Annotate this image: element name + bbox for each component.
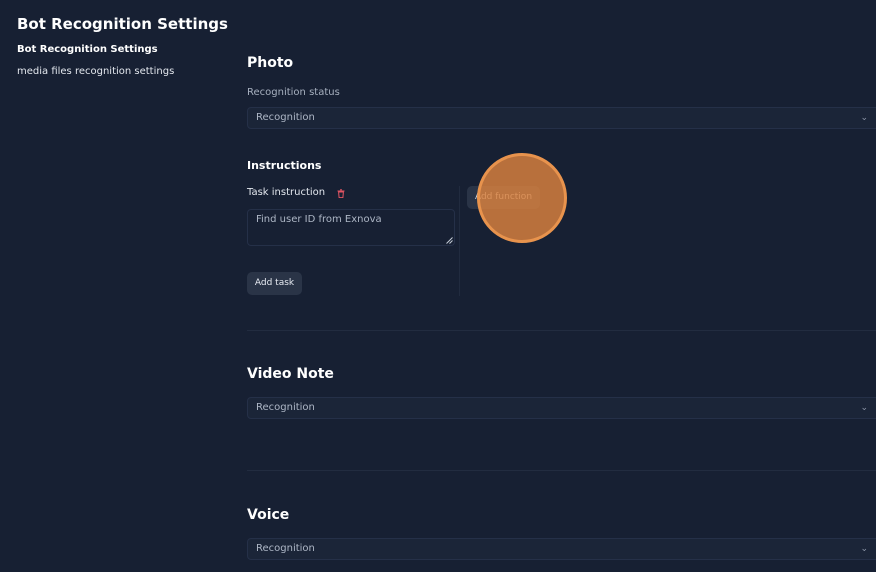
bot-recognition-settings-page: Bot Recognition Settings Bot Recognition… [0,0,876,572]
chevron-down-icon: ⌄ [860,544,868,554]
chevron-down-icon: ⌄ [860,403,868,413]
task-instruction-textarea[interactable]: Find user ID from Exnova [247,209,455,246]
voice-recognition-select[interactable]: Recognition ⌄ [247,538,876,560]
chevron-down-icon: ⌄ [860,113,868,123]
video-note-section-title: Video Note [247,366,334,382]
add-task-button[interactable]: Add task [247,272,302,295]
section-divider [247,470,876,471]
video-note-recognition-select[interactable]: Recognition ⌄ [247,397,876,419]
photo-section-title: Photo [247,55,294,71]
task-instruction-label: Task instruction [247,187,326,198]
photo-recognition-select[interactable]: Recognition ⌄ [247,107,876,129]
trash-icon[interactable] [337,189,345,198]
voice-section-title: Voice [247,507,290,523]
task-instruction-value: Find user ID from Exnova [256,214,382,225]
add-function-button[interactable]: Add function [467,186,540,209]
recognition-status-label: Recognition status [247,87,340,98]
instructions-title: Instructions [247,159,322,172]
section-divider [247,330,876,331]
nav-item-bot-recognition-settings[interactable]: Bot Recognition Settings [17,44,174,66]
resize-handle-icon[interactable] [446,237,453,244]
sidebar-nav: Bot Recognition Settings media files rec… [17,44,174,88]
page-title: Bot Recognition Settings [17,15,228,33]
column-divider [459,186,460,296]
photo-recognition-value: Recognition [256,112,315,123]
voice-recognition-value: Recognition [256,543,315,554]
video-note-recognition-value: Recognition [256,402,315,413]
nav-item-media-files-recognition-settings[interactable]: media files recognition settings [17,66,174,88]
